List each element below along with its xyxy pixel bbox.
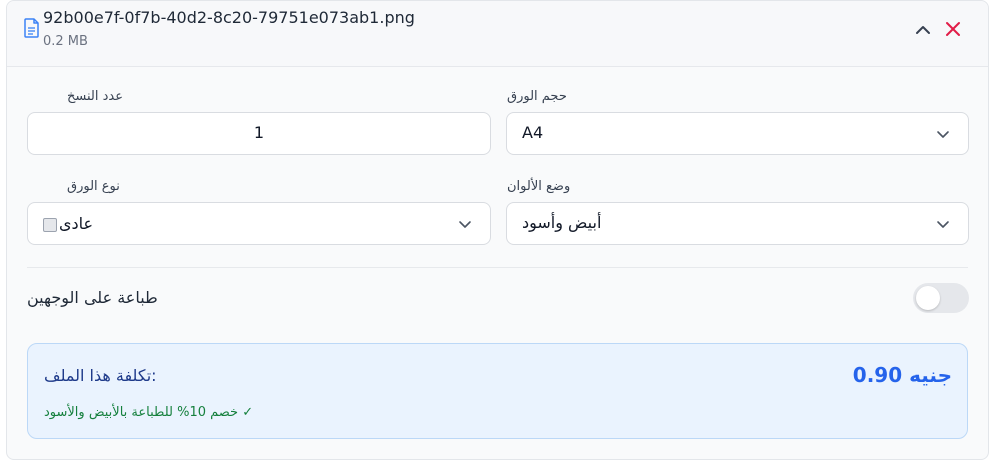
divider <box>27 267 968 268</box>
file-name: 92b00e7f-0f7b-40d2-8c20-79751e073ab1.png <box>43 8 415 27</box>
chevron-down-icon <box>937 131 949 138</box>
copies-value: 1 <box>253 123 265 142</box>
file-header: 92b00e7f-0f7b-40d2-8c20-79751e073ab1.png… <box>7 1 988 67</box>
cost-title: :تكلفة هذا الملف <box>44 366 157 385</box>
file-size: 0.2 MB <box>43 34 88 49</box>
copies-input[interactable]: 1 <box>27 112 491 155</box>
duplex-toggle[interactable] <box>913 283 969 313</box>
chevron-down-icon <box>937 221 949 228</box>
duplex-label: طباعة على الوجهين <box>27 288 158 307</box>
paper-type-select[interactable]: عادى <box>27 202 491 245</box>
color-mode-select[interactable]: أبيض وأسود <box>506 202 969 245</box>
chevron-down-icon <box>459 221 471 228</box>
paper-type-value: عادى <box>59 214 94 233</box>
color-mode-value: أبيض وأسود <box>522 213 602 232</box>
file-text-icon <box>24 18 39 38</box>
paper-type-label: نوع الورق <box>67 179 120 194</box>
discount-note: خصم 10% للطباعة بالأبيض والأسود ✓ <box>44 405 254 420</box>
toggle-knob <box>916 286 940 310</box>
checkbox-icon <box>43 217 57 232</box>
cost-summary: :تكلفة هذا الملف جنيه 0.90 خصم 10% للطبا… <box>27 343 968 439</box>
copies-label: عدد النسخ <box>67 89 123 104</box>
close-icon[interactable] <box>943 19 963 39</box>
file-print-card: 92b00e7f-0f7b-40d2-8c20-79751e073ab1.png… <box>6 0 989 460</box>
paper-size-label: حجم الورق <box>507 89 567 104</box>
cost-amount: جنيه 0.90 <box>852 363 952 387</box>
chevron-up-icon[interactable] <box>913 20 933 40</box>
paper-type-field: عادى <box>43 214 93 233</box>
color-mode-label: وضع الألوان <box>507 179 571 194</box>
paper-size-select[interactable]: A4 <box>506 112 969 155</box>
paper-size-value: A4 <box>522 123 544 142</box>
